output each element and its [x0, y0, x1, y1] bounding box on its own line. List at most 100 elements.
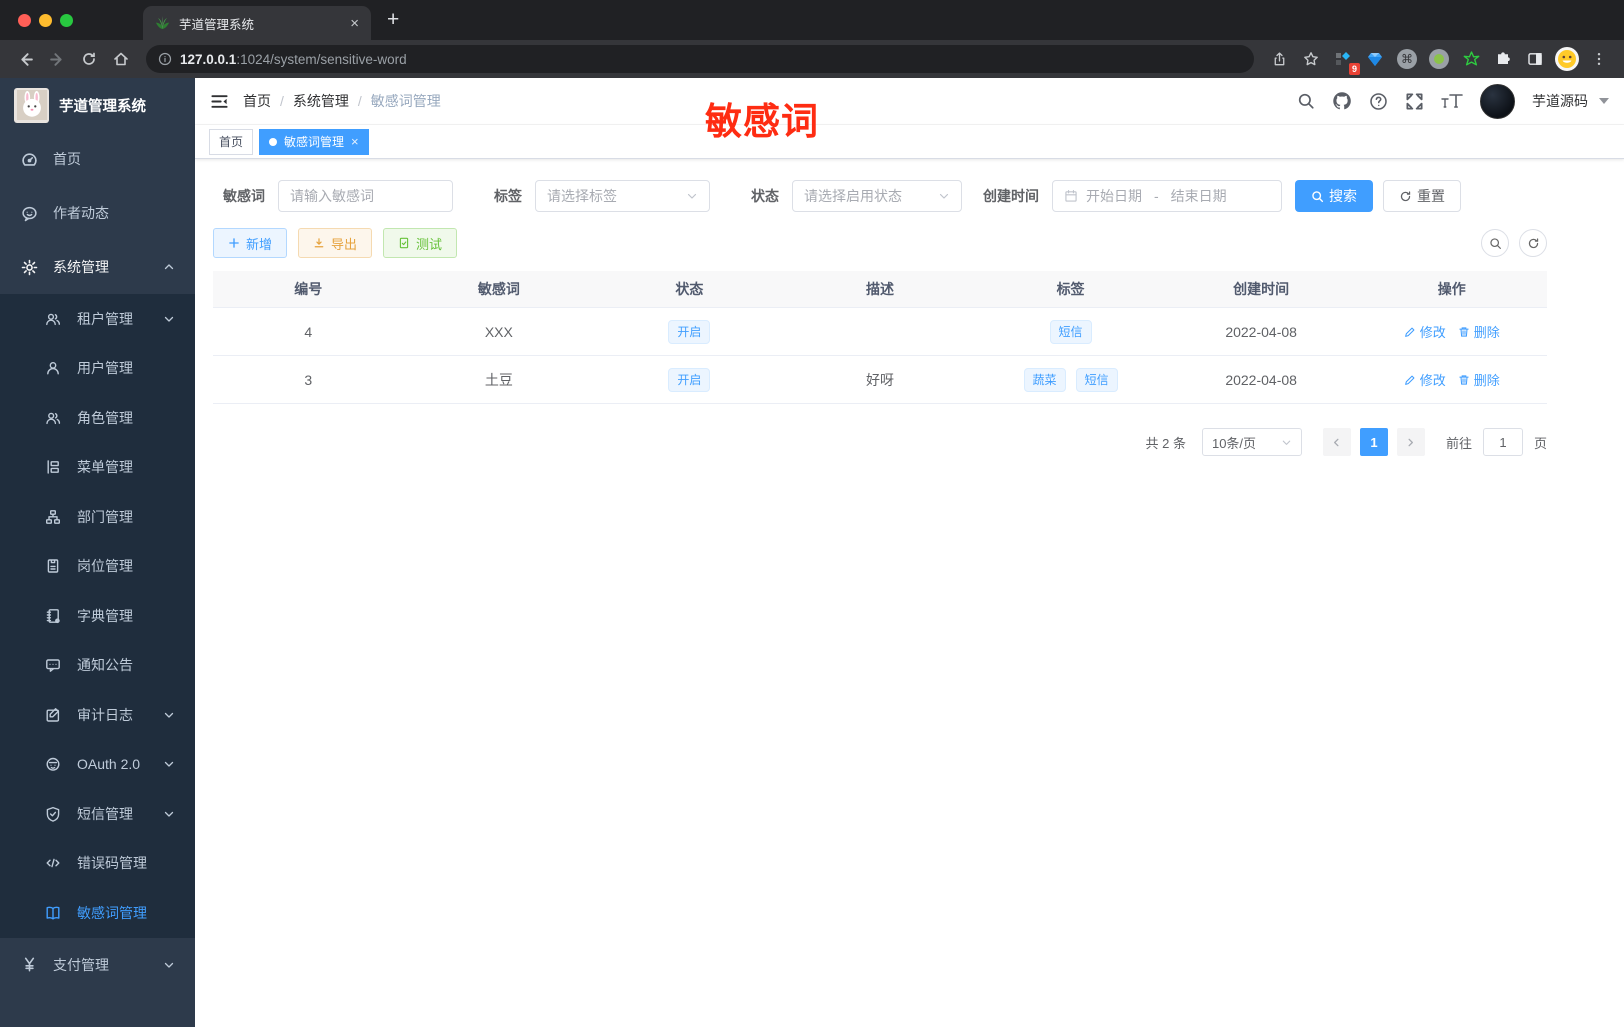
browser-menu-icon[interactable]	[1586, 46, 1612, 72]
keyword-input[interactable]: 请输入敏感词	[278, 180, 453, 212]
close-icon[interactable]: ×	[351, 134, 359, 149]
sidebar-item-tenant[interactable]: 租户管理	[0, 294, 195, 344]
star-extension-icon[interactable]	[1458, 46, 1484, 72]
tab-close-icon[interactable]: ×	[350, 15, 359, 32]
side-panel-icon[interactable]	[1522, 46, 1548, 72]
test-button[interactable]: 测试	[383, 228, 458, 258]
tab-label: 首页	[219, 135, 244, 149]
breadcrumb-home[interactable]: 首页	[243, 91, 271, 111]
shield-check-icon	[44, 806, 62, 822]
sidebar-collapse-icon[interactable]	[210, 92, 229, 111]
code-icon	[44, 855, 62, 871]
refresh-table-button[interactable]	[1519, 229, 1547, 257]
delete-link[interactable]: 删除	[1458, 370, 1500, 389]
sidebar-item-role[interactable]: 角色管理	[0, 393, 195, 443]
col-created: 创建时间	[1233, 281, 1290, 297]
gear-icon	[20, 259, 38, 276]
sidebar-item-sms[interactable]: 短信管理	[0, 789, 195, 839]
sidebar-item-audit-log[interactable]: 审计日志	[0, 690, 195, 740]
export-button[interactable]: 导出	[298, 228, 373, 258]
dictionary-book-icon	[44, 608, 62, 624]
tab-home[interactable]: 首页	[209, 128, 254, 155]
sidebar-item-dict[interactable]: 字典管理	[0, 591, 195, 641]
prev-page-button[interactable]	[1322, 428, 1351, 456]
date-range-picker[interactable]: 开始日期 - 结束日期	[1052, 180, 1282, 212]
page-size-select[interactable]: 10条/页	[1201, 428, 1302, 456]
chevron-down-icon	[163, 808, 175, 820]
sidebar-item-author-news[interactable]: 作者动态	[0, 186, 195, 240]
user-caret-icon[interactable]	[1599, 98, 1609, 104]
sidebar-item-sensitive-word[interactable]: 敏感词管理	[0, 888, 195, 938]
cell-id: 4	[304, 323, 313, 340]
user-name[interactable]: 芋道源码	[1532, 91, 1588, 111]
font-size-icon[interactable]	[1441, 92, 1463, 110]
help-icon[interactable]	[1369, 92, 1388, 111]
search-button[interactable]: 搜索	[1295, 180, 1373, 212]
sidebar-submenu-system: 租户管理 用户管理 角色管理 菜单管理 部门管理 岗位管理 字典管理 通知公告 …	[0, 294, 195, 938]
user-avatar[interactable]	[1480, 83, 1515, 119]
sidebar-item-error-code[interactable]: 错误码管理	[0, 839, 195, 889]
goto-page-input[interactable]: 1	[1482, 428, 1523, 456]
extension-grid-icon[interactable]: 9	[1330, 46, 1360, 75]
tab-sensitive-word[interactable]: 敏感词管理 ×	[259, 128, 369, 155]
sidebar-logo[interactable]: 芋道管理系统	[0, 78, 195, 132]
audit-log-icon	[44, 707, 62, 723]
sidebar-item-label: 字典管理	[77, 607, 133, 624]
extensions-puzzle-icon[interactable]	[1490, 46, 1516, 72]
bookmark-star-icon[interactable]	[1298, 46, 1324, 72]
reset-button[interactable]: 重置	[1383, 180, 1461, 212]
sidebar-item-home[interactable]: 首页	[0, 132, 195, 186]
sidebar-item-oauth[interactable]: OAuth 2.0	[0, 740, 195, 790]
back-icon[interactable]	[12, 46, 38, 72]
github-icon[interactable]	[1332, 91, 1352, 111]
dot-extension-icon[interactable]	[1426, 46, 1452, 72]
sidebar-item-notice[interactable]: 通知公告	[0, 641, 195, 691]
calendar-icon	[1064, 189, 1078, 203]
forward-icon[interactable]	[44, 46, 70, 72]
col-description: 描述	[865, 281, 894, 297]
minimize-window-button[interactable]	[39, 13, 52, 27]
status-select[interactable]: 请选择启用状态	[792, 180, 962, 212]
header-search-icon[interactable]	[1297, 92, 1315, 110]
edit-link[interactable]: 修改	[1404, 370, 1446, 389]
tag-select[interactable]: 请选择标签	[535, 180, 710, 212]
active-dot-icon	[269, 137, 278, 146]
reload-icon[interactable]	[76, 46, 102, 72]
sidebar-item-pay[interactable]: 支付管理	[0, 938, 195, 992]
breadcrumb-system[interactable]: 系统管理	[293, 91, 349, 111]
sidebar-item-system[interactable]: 系统管理	[0, 240, 195, 294]
browser-tab[interactable]: 芋道管理系统 ×	[143, 6, 371, 40]
add-button-label: 新增	[246, 236, 273, 252]
command-extension-icon[interactable]: ⌘	[1394, 46, 1420, 72]
profile-avatar-icon[interactable]	[1554, 46, 1580, 72]
logo-rabbit-icon	[14, 87, 49, 123]
sidebar-item-label: 通知公告	[77, 657, 133, 674]
fullscreen-icon[interactable]	[1405, 92, 1424, 111]
add-button[interactable]: 新增	[213, 228, 288, 258]
zoom-window-button[interactable]	[60, 13, 73, 27]
edit-link[interactable]: 修改	[1404, 322, 1446, 341]
pagination-total: 共 2 条	[1145, 435, 1186, 451]
toggle-search-button[interactable]	[1481, 229, 1509, 257]
table-row: 4 XXX 开启 短信 2022-04-08 修改 删除	[213, 308, 1547, 356]
edit-link-label: 修改	[1419, 325, 1446, 340]
sidebar-item-dept[interactable]: 部门管理	[0, 492, 195, 542]
next-page-button[interactable]	[1396, 428, 1425, 456]
new-tab-button[interactable]: +	[387, 8, 399, 32]
close-window-button[interactable]	[18, 13, 31, 27]
home-icon[interactable]	[108, 46, 134, 72]
sidebar-item-user[interactable]: 用户管理	[0, 344, 195, 394]
site-info-icon[interactable]	[158, 52, 172, 66]
url-bar[interactable]: 127.0.0.1:1024/system/sensitive-word	[146, 45, 1254, 73]
current-page-button[interactable]: 1	[1359, 428, 1388, 456]
delete-link[interactable]: 删除	[1458, 322, 1500, 341]
screen: 芋道管理系统 × + 127.0.0.1:1024/system/sensiti…	[0, 0, 1624, 1027]
share-icon[interactable]	[1266, 46, 1292, 72]
sidebar-item-label: 敏感词管理	[77, 904, 147, 921]
sidebar-item-post[interactable]: 岗位管理	[0, 542, 195, 592]
sidebar-item-label: 菜单管理	[77, 459, 133, 476]
chat-face-icon	[20, 205, 38, 222]
sidebar-item-menu[interactable]: 菜单管理	[0, 443, 195, 493]
gem-extension-icon[interactable]	[1362, 46, 1388, 72]
notice-comment-icon	[44, 657, 62, 673]
